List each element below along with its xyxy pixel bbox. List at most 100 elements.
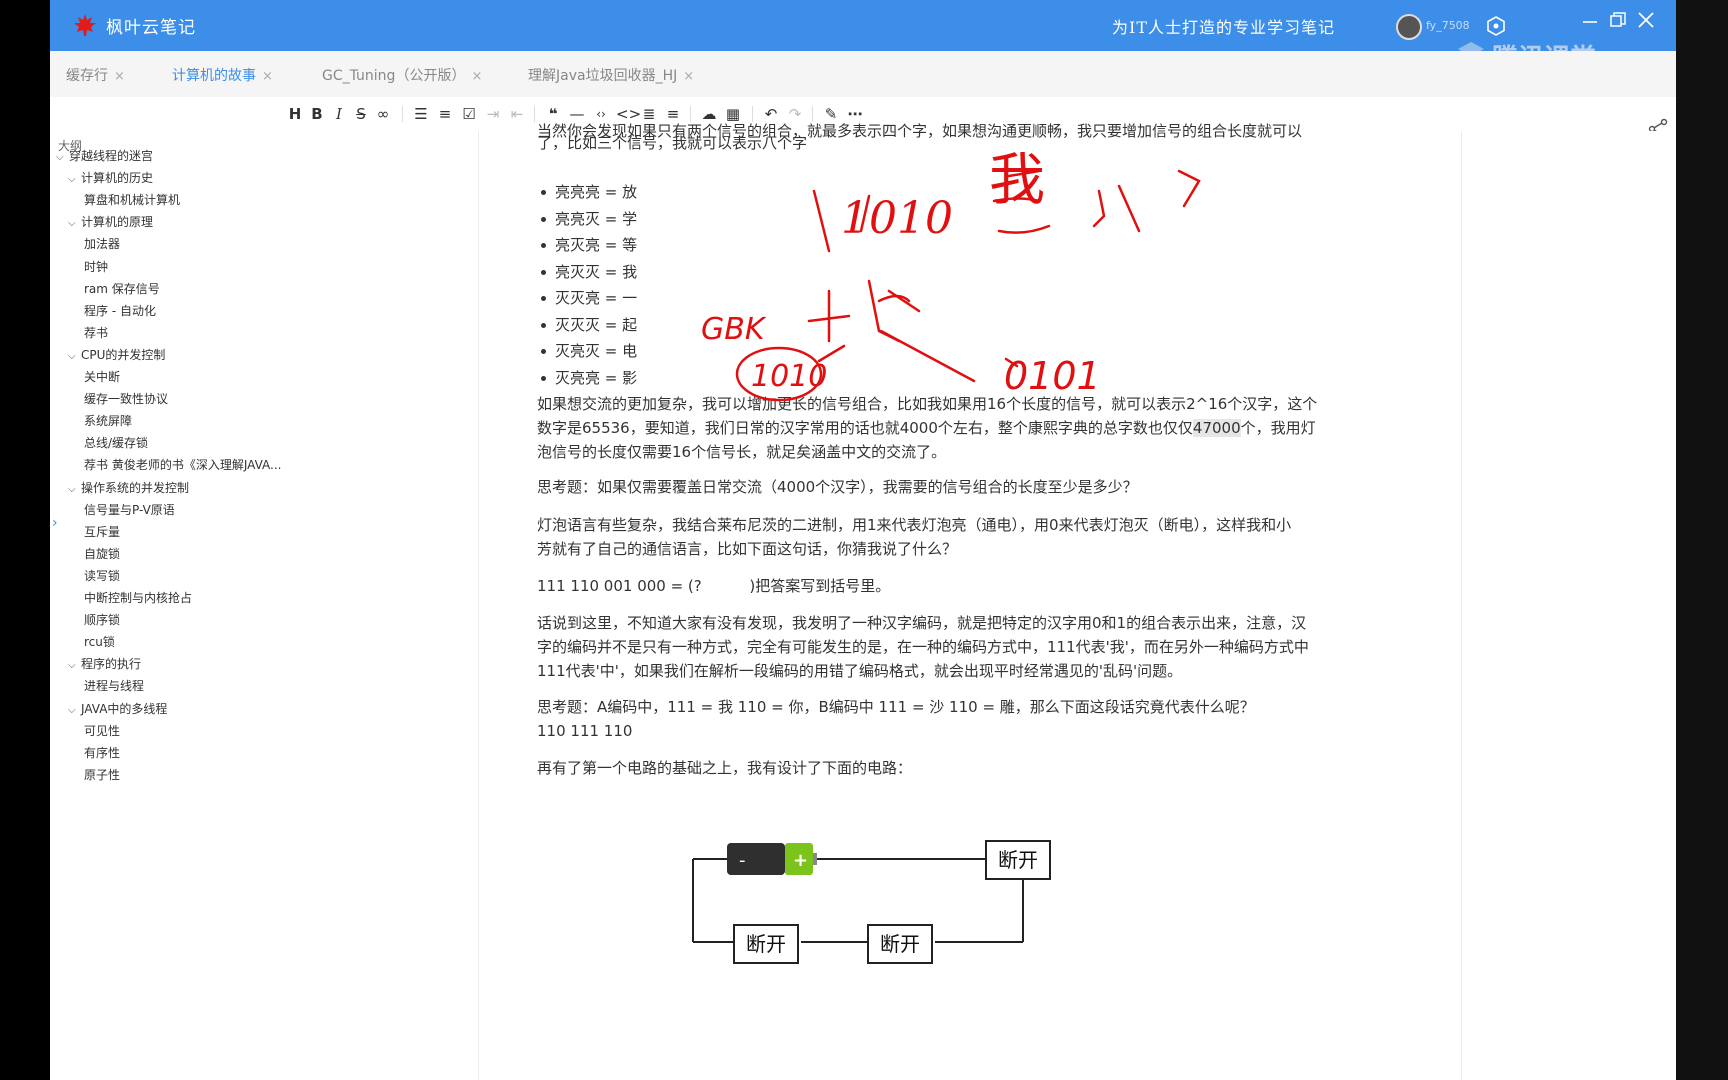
paragraph: 话说到这里，不知道大家有没有发现，我发明了一种汉字编码，就是把特定的汉字用0和1… <box>537 614 1309 680</box>
outline-item[interactable]: 原子性 <box>84 766 120 783</box>
avatar[interactable] <box>1396 14 1422 40</box>
italic-icon[interactable]: I <box>330 103 348 125</box>
outline-item[interactable]: 自旋锁 <box>84 545 120 562</box>
settings-hex-icon[interactable] <box>1486 16 1506 36</box>
outline-item[interactable]: ⌵ 计算机的原理 <box>68 213 153 230</box>
outline-item-label: 程序 - 自动化 <box>84 303 156 318</box>
outline-item[interactable]: ⌵ JAVA中的多线程 <box>68 700 167 717</box>
signal-bullet-list: 亮亮亮 = 放 亮亮灭 = 学 亮灭亮 = 等 亮灭灭 = 我 灭灭亮 = 一 … <box>537 179 637 391</box>
outline-item-label: 进程与线程 <box>84 679 145 694</box>
close-icon[interactable] <box>1634 10 1658 34</box>
list-item: 灭亮亮 = 影 <box>540 365 637 392</box>
question-paragraph: 思考题：如果仅需要覆盖日常交流（4000个汉字），我需要的信号组合的长度至少是多… <box>537 478 1138 496</box>
outline-item[interactable]: ⌵ 操作系统的并发控制 <box>68 479 189 496</box>
username[interactable]: fy_7508 <box>1426 19 1470 32</box>
outline-item[interactable]: 有序性 <box>84 744 120 761</box>
outline-item[interactable]: 荐书 黄俊老师的书《深入理解JAVA... <box>84 456 281 473</box>
list-item: 亮灭亮 = 等 <box>540 232 637 259</box>
outline-item-label: 互斥量 <box>84 524 121 539</box>
highlighted-text: 47000 <box>1192 419 1241 437</box>
chevron-down-icon[interactable]: ⌵ <box>68 174 78 185</box>
outline-item[interactable]: 互斥量 <box>84 523 120 540</box>
battery-plus-label: + <box>793 850 808 871</box>
outline-item[interactable]: rcu锁 <box>84 633 115 650</box>
strikethrough-icon[interactable]: S <box>352 103 370 125</box>
list-item: 亮灭灭 = 我 <box>540 259 637 286</box>
code-question: 111 110 001 000 = (? )把答案写到括号里。 <box>537 577 891 595</box>
outline-item[interactable]: 算盘和机械计算机 <box>84 191 180 208</box>
outline-item-label: 顺序锁 <box>84 613 121 628</box>
indent-icon[interactable]: ⇥ <box>484 103 502 125</box>
outline-item-label: 有序性 <box>84 745 121 760</box>
screen-edge <box>1676 0 1728 1080</box>
bold-icon[interactable]: B <box>308 103 326 125</box>
outline-item-label: 缓存一致性协议 <box>84 392 169 407</box>
chevron-down-icon[interactable]: ⌵ <box>68 705 78 716</box>
outline-item[interactable]: 可见性 <box>84 722 120 739</box>
chevron-down-icon[interactable]: ⌵ <box>56 152 66 163</box>
tab-computer-story[interactable]: 计算机的故事 × <box>172 65 273 85</box>
chevron-down-icon[interactable]: ⌵ <box>68 484 78 495</box>
tab-gc-tuning[interactable]: GC_Tuning（公开版） × <box>322 65 482 85</box>
chevron-down-icon[interactable]: ⌵ <box>68 660 78 671</box>
tab-close-icon[interactable]: × <box>262 69 273 84</box>
outline-item-label: ram 保存信号 <box>84 281 160 296</box>
outline-item[interactable]: 读写锁 <box>84 567 120 584</box>
paragraph: 再有了第一个电路的基础之上，我有设计了下面的电路： <box>537 759 913 777</box>
outline-item[interactable]: 总线/缓存锁 <box>84 434 148 451</box>
annotation-text: 1010 <box>841 193 953 244</box>
minimize-icon[interactable] <box>1578 10 1602 34</box>
outline-item[interactable]: 荐书 <box>84 324 108 341</box>
outline-item-label: 系统屏障 <box>84 414 133 429</box>
outline-item[interactable]: 中断控制与内核抢占 <box>84 589 192 606</box>
outline-item[interactable]: 加法器 <box>84 235 120 252</box>
collapse-sidebar-icon[interactable]: › <box>52 515 58 531</box>
bullet-list-icon[interactable]: ☰ <box>412 103 430 125</box>
outline-item[interactable]: 时钟 <box>84 258 108 275</box>
question-paragraph: 思考题：A编码中，111 = 我 110 = 你，B编码中 111 = 沙 11… <box>537 698 1255 740</box>
outline-item[interactable]: 程序 - 自动化 <box>84 302 156 319</box>
tab-close-icon[interactable]: × <box>683 69 694 84</box>
outline-item[interactable]: 系统屏障 <box>84 412 132 429</box>
list-item: 灭亮灭 = 电 <box>540 338 637 365</box>
outline-item-label: 荐书 黄俊老师的书《深入理解JAVA... <box>84 458 282 473</box>
paragraph: 灯泡语言有些复杂，我结合莱布尼茨的二进制，用1来代表灯泡亮（通电），用0来代表灯… <box>537 516 1292 558</box>
outline-item[interactable]: ⌵ 穿越线程的迷宫 <box>56 147 153 164</box>
outline-item[interactable]: 顺序锁 <box>84 611 120 628</box>
ordered-list-icon[interactable]: ≡ <box>436 103 454 125</box>
outline-item[interactable]: ⌵ 程序的执行 <box>68 655 141 672</box>
outline-item-label: 读写锁 <box>84 568 121 583</box>
heading-icon[interactable]: H <box>286 103 304 125</box>
outline-item-label: JAVA中的多线程 <box>81 701 168 716</box>
tab-close-icon[interactable]: × <box>114 69 125 84</box>
task-list-icon[interactable]: ☑ <box>460 103 478 125</box>
outline-item-label: 程序的执行 <box>81 657 142 672</box>
outdent-icon[interactable]: ⇤ <box>508 103 526 125</box>
paragraph: 如果想交流的更加复杂，我可以增加更长的信号组合，比如我如果用16个长度的信号，就… <box>537 395 1318 461</box>
tab-cache-line[interactable]: 缓存行 × <box>66 65 125 85</box>
tab-close-icon[interactable]: × <box>471 69 482 84</box>
outline-item-label: 中断控制与内核抢占 <box>84 591 193 605</box>
outline-item[interactable]: 信号量与P-V原语 <box>84 501 175 518</box>
link-icon[interactable]: ∞ <box>374 103 392 125</box>
battery-negative <box>727 843 785 875</box>
outline-item[interactable]: 关中断 <box>84 368 120 385</box>
circuit-diagram: - + 断开 断开 断开 <box>691 839 1091 1029</box>
outline-item-label: 自旋锁 <box>84 546 121 561</box>
document-area: 当然你会发现如果只有两个信号的组合，就最多表示四个字，如果想沟通更顺畅，我只要增… <box>310 122 1676 1080</box>
outline-item-label: 算盘和机械计算机 <box>84 193 181 208</box>
outline-item[interactable]: ram 保存信号 <box>84 280 160 297</box>
tab-java-gc[interactable]: 理解Java垃圾回收器_HJ × <box>528 65 694 85</box>
outline-item[interactable]: 进程与线程 <box>84 677 144 694</box>
title-bar: 枫叶云笔记 为IT人士打造的专业学习笔记 fy_7508 <box>50 0 1676 51</box>
outline-item-label: rcu锁 <box>84 635 115 650</box>
outline-item[interactable]: 缓存一致性协议 <box>84 390 168 407</box>
outline-item[interactable]: ⌵ 计算机的历史 <box>68 169 153 186</box>
outline-item-label: 可见性 <box>84 723 121 738</box>
switch-box: 断开 <box>733 924 799 964</box>
outline-item[interactable]: ⌵ CPU的并发控制 <box>68 346 165 363</box>
restore-icon[interactable] <box>1606 10 1630 34</box>
chevron-down-icon[interactable]: ⌵ <box>68 351 78 362</box>
chevron-down-icon[interactable]: ⌵ <box>68 218 78 229</box>
toolbar-divider <box>534 106 535 122</box>
